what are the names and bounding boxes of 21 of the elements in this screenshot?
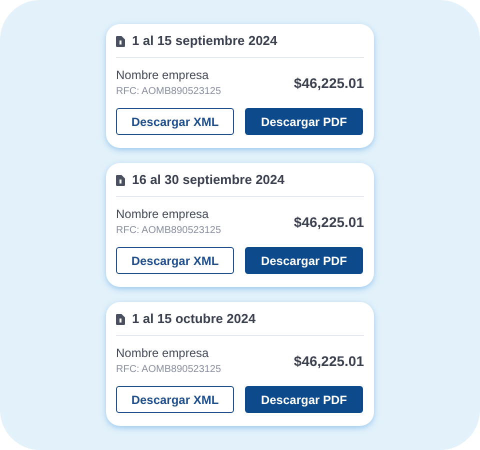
xml-download-button[interactable]: Descargar XML bbox=[116, 247, 234, 274]
company-name: Nombre empresa bbox=[116, 346, 210, 361]
pdf-download-button[interactable]: Descargar PDF bbox=[245, 247, 363, 274]
period-title: 1 al 15 septiembre 2024 bbox=[132, 32, 278, 50]
rfc-text: RFC: AOMB890523125 bbox=[116, 85, 222, 98]
company-name: Nombre empresa bbox=[116, 207, 210, 222]
period-title: 16 al 30 septiembre 2024 bbox=[132, 171, 284, 190]
pdf-download-button[interactable]: Descargar PDF bbox=[245, 386, 363, 413]
document-icon bbox=[116, 36, 125, 46]
document-icon bbox=[116, 174, 125, 186]
rfc-text: RFC: AOMB890523125 bbox=[116, 363, 222, 376]
amount: $46,225.01 bbox=[294, 74, 364, 92]
amount: $46,225.01 bbox=[294, 212, 364, 232]
xml-download-button[interactable]: Descargar XML bbox=[116, 108, 234, 135]
document-icon bbox=[116, 314, 125, 324]
amount: $46,225.01 bbox=[294, 352, 364, 370]
xml-download-button[interactable]: Descargar XML bbox=[116, 386, 234, 413]
period-title: 1 al 15 octubre 2024 bbox=[132, 310, 256, 328]
pdf-download-button[interactable]: Descargar PDF bbox=[245, 108, 363, 135]
rfc-text: RFC: AOMB890523125 bbox=[116, 224, 222, 237]
company-name: Nombre empresa bbox=[116, 68, 210, 83]
